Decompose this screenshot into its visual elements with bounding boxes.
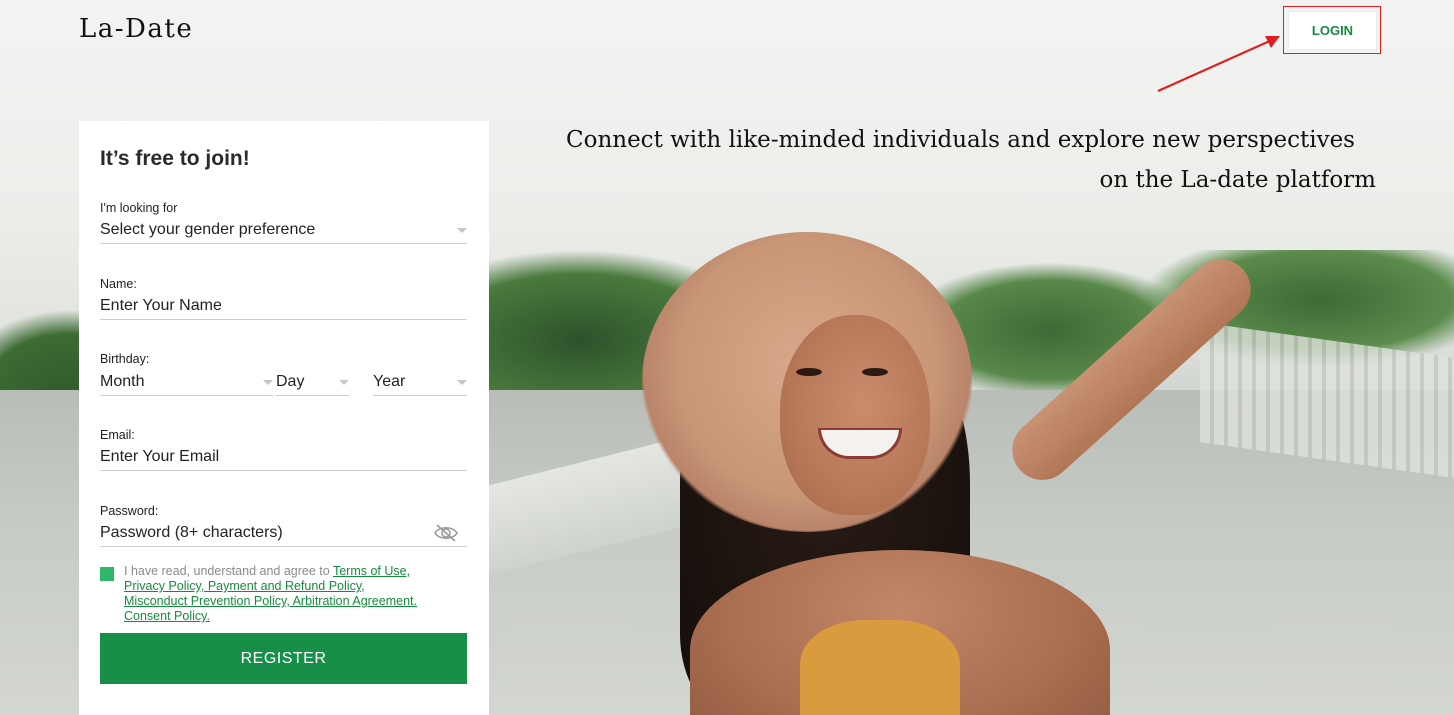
- person-eye-right: [862, 368, 888, 376]
- gender-select-value: Select your gender preference: [100, 221, 316, 238]
- chevron-down-icon: [339, 380, 349, 385]
- password-label: Password:: [100, 504, 159, 518]
- login-button[interactable]: LOGIN: [1289, 12, 1376, 49]
- password-input-placeholder: Password (8+ characters): [100, 524, 283, 541]
- email-input[interactable]: Enter Your Email: [100, 444, 467, 471]
- annotation-arrow-icon: [1157, 36, 1280, 93]
- terms-checkbox[interactable]: [100, 567, 114, 581]
- person-eye-left: [796, 368, 822, 376]
- person-arm: [999, 246, 1264, 493]
- birthday-month-select[interactable]: Month: [100, 369, 273, 396]
- person-face: [780, 315, 930, 515]
- gender-label: I'm looking for: [100, 201, 178, 215]
- hero-person-image: [600, 220, 1280, 715]
- misconduct-arbitration-link[interactable]: Misconduct Prevention Policy, Arbitratio…: [124, 594, 417, 608]
- site-logo[interactable]: La-Date: [79, 14, 193, 44]
- name-input-placeholder: Enter Your Name: [100, 297, 222, 314]
- register-button[interactable]: REGISTER: [100, 633, 467, 684]
- chevron-down-icon: [457, 228, 467, 233]
- birthday-year-value: Year: [373, 373, 406, 390]
- name-input[interactable]: Enter Your Name: [100, 293, 467, 320]
- terms-of-use-link[interactable]: Terms of Use,: [333, 564, 410, 578]
- chevron-down-icon: [263, 380, 273, 385]
- consent-policy-link[interactable]: Consent Policy.: [124, 609, 210, 623]
- hero-tagline-line2: on the La-date platform: [1099, 167, 1376, 193]
- privacy-payment-link[interactable]: Privacy Policy, Payment and Refund Polic…: [124, 579, 365, 593]
- name-label: Name:: [100, 277, 137, 291]
- chevron-down-icon: [457, 380, 467, 385]
- birthday-label: Birthday:: [100, 352, 150, 366]
- birthday-month-value: Month: [100, 373, 145, 390]
- birthday-day-value: Day: [276, 373, 305, 390]
- email-label: Email:: [100, 428, 135, 442]
- gender-select[interactable]: Select your gender preference: [100, 217, 467, 244]
- registration-card: It’s free to join! I'm looking for Selec…: [79, 121, 489, 715]
- email-input-placeholder: Enter Your Email: [100, 448, 220, 465]
- form-title: It’s free to join!: [100, 147, 250, 170]
- password-input[interactable]: Password (8+ characters): [100, 520, 467, 547]
- hero-tagline-line1: Connect with like-minded individuals and…: [566, 127, 1355, 153]
- birthday-year-select[interactable]: Year: [373, 369, 467, 396]
- terms-text: I have read, understand and agree to Ter…: [124, 564, 434, 624]
- terms-prefix: I have read, understand and agree to: [124, 564, 333, 578]
- birthday-day-select[interactable]: Day: [276, 369, 349, 396]
- hero-tagline: Connect with like-minded individuals and…: [560, 120, 1376, 200]
- eye-slash-icon[interactable]: [434, 522, 458, 544]
- person-top: [800, 620, 960, 715]
